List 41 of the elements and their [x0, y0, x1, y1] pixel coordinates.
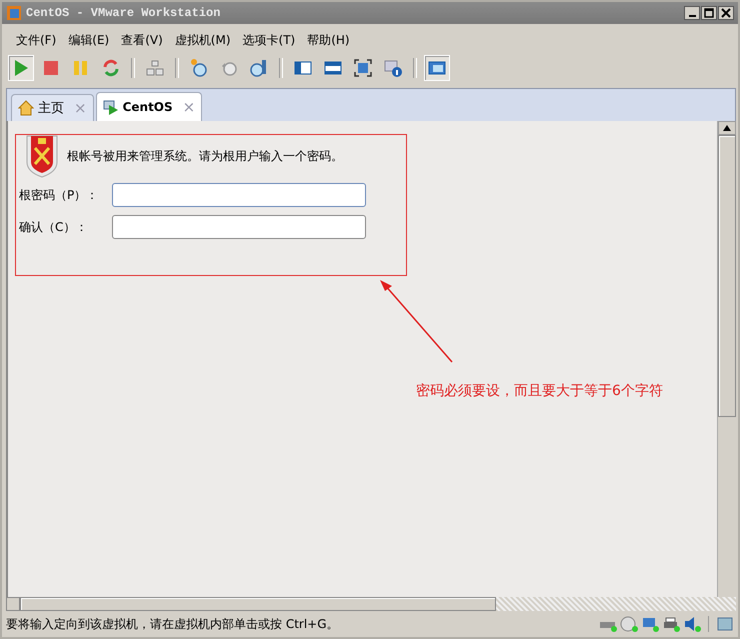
menu-item[interactable]: 选项卡(T): [238, 32, 304, 48]
play-button[interactable]: [8, 55, 34, 81]
tab-label: CentOS: [122, 100, 173, 114]
menu-item[interactable]: 文件(F): [12, 32, 64, 48]
vm-icon: [102, 99, 119, 115]
annotation-text: 密码必须要设，而且要大于等于6个字符: [416, 382, 663, 400]
app-icon: [6, 5, 22, 21]
menu-item[interactable]: 虚拟机(M): [170, 32, 239, 48]
horizontal-scrollbar[interactable]: [6, 597, 736, 611]
password-field[interactable]: [112, 183, 366, 207]
password-field[interactable]: [112, 215, 366, 239]
close-button[interactable]: [718, 6, 734, 20]
shield-icon: [25, 134, 59, 178]
close-icon: [721, 8, 731, 18]
field-label: 确认（C）：: [19, 218, 88, 236]
cd-icon[interactable]: [620, 616, 638, 632]
fullscreen-icon: [353, 58, 373, 78]
maximize-button[interactable]: [701, 6, 717, 20]
tab[interactable]: CentOS ×: [96, 92, 202, 121]
field-label: 根密码（P）：: [19, 186, 100, 204]
minimize-button[interactable]: [684, 6, 700, 20]
message-icon[interactable]: [716, 616, 734, 632]
menu-item[interactable]: 编辑(E): [64, 32, 118, 48]
minimize-icon: [688, 15, 696, 17]
printer-icon[interactable]: [662, 616, 680, 632]
menu-item[interactable]: 帮助(H): [303, 32, 358, 48]
vertical-scrollbar[interactable]: [717, 121, 736, 597]
console-button[interactable]: [424, 55, 450, 81]
tab-label: 主页: [38, 100, 64, 117]
instruction-text: 根帐号被用来管理系统。请为根用户输入一个密码。: [67, 148, 343, 164]
maximize-icon: [704, 8, 714, 18]
tab[interactable]: 主页 ×: [11, 94, 94, 121]
scroll-up-icon[interactable]: [723, 125, 731, 131]
window-title: CentOS - VMware Workstation: [26, 6, 220, 20]
house-icon: [18, 100, 34, 116]
info-icon: [383, 58, 403, 78]
menu-item[interactable]: 查看(V): [117, 32, 171, 48]
speaker-icon[interactable]: [683, 616, 701, 632]
status-text: 要将输入定向到该虚拟机，请在虚拟机内部单击或按 Ctrl+G。: [6, 616, 339, 632]
stop-icon: [41, 58, 61, 78]
refresh-icon: [101, 58, 121, 78]
